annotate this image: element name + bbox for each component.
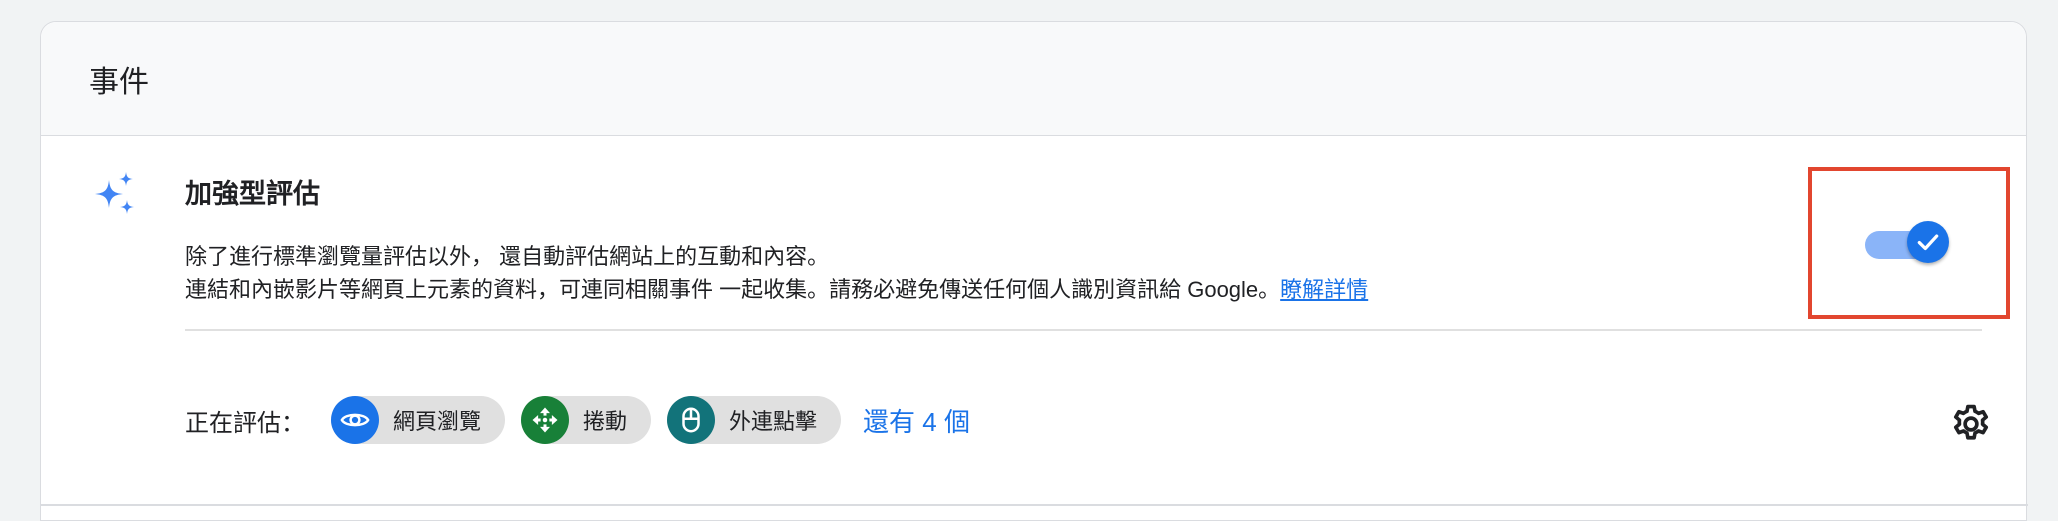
- learn-more-link[interactable]: 瞭解詳情: [1280, 277, 1368, 302]
- chip-outbound-clicks[interactable]: 外連點擊: [667, 396, 842, 444]
- enhanced-measurement-description: 除了進行標準瀏覽量評估以外， 還自動評估網站上的互動和內容。 連結和內嵌影片等網…: [185, 240, 1585, 306]
- mouse-icon: [667, 396, 716, 444]
- enhanced-measurement-title: 加強型評估: [185, 179, 320, 209]
- description-line-2-text: 連結和內嵌影片等網頁上元素的資料，可連同相關事件 一起收集。請務必避免傳送任何個…: [185, 277, 1281, 302]
- eye-icon: [331, 396, 379, 444]
- events-card: 事件 加強型評估 除了進行標準瀏覽量評估以外， 還自動評估網站上的互動和內容。 …: [40, 21, 2028, 521]
- check-icon: [1917, 234, 1939, 251]
- description-line-2: 連結和內嵌影片等網頁上元素的資料，可連同相關事件 一起收集。請務必避免傳送任何個…: [185, 273, 1585, 306]
- enhanced-measurement-toggle[interactable]: [1865, 219, 1965, 267]
- chip-scrolls[interactable]: 捲動: [521, 396, 652, 444]
- measuring-row: 正在評估： 網頁瀏覽 捲動 外連點擊 還有 4 個: [185, 395, 970, 445]
- chip-label: 捲動: [583, 409, 628, 434]
- chip-page-views[interactable]: 網頁瀏覽: [331, 396, 506, 444]
- card-title: 事件: [89, 65, 149, 99]
- more-events-link[interactable]: 還有 4 個: [863, 402, 970, 439]
- section-divider: [185, 329, 1982, 331]
- chip-label: 網頁瀏覽: [393, 409, 482, 434]
- card-header: 事件: [41, 22, 2026, 136]
- toggle-knob: [1907, 221, 1949, 263]
- measuring-label: 正在評估：: [185, 409, 305, 437]
- scroll-arrows-icon: [521, 396, 570, 444]
- sparkle-icon: [95, 172, 134, 214]
- gear-icon[interactable]: [1949, 402, 1993, 446]
- description-line-1: 除了進行標準瀏覽量評估以外， 還自動評估網站上的互動和內容。: [185, 244, 830, 269]
- chip-label: 外連點擊: [729, 409, 818, 434]
